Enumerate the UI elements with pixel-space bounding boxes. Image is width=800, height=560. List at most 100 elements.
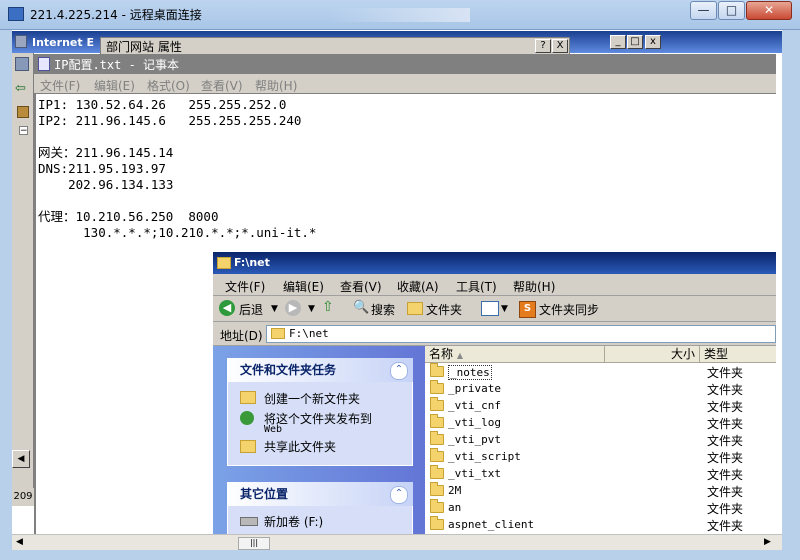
- menu-favorites[interactable]: 收藏(A): [397, 278, 439, 295]
- rdp-app-icon: [8, 7, 24, 21]
- explorer-title: F:\net: [234, 256, 270, 269]
- folder-icon: [217, 257, 231, 269]
- address-label: 地址(D): [220, 329, 263, 343]
- ie-icon: [15, 35, 27, 48]
- search-icon[interactable]: 🔍: [353, 300, 369, 315]
- views-dropdown-icon[interactable]: ▼: [501, 304, 508, 314]
- other-places-panel: 新加卷 (F:): [227, 506, 413, 536]
- menu-file[interactable]: 文件(F): [40, 77, 80, 94]
- views-icon[interactable]: [481, 301, 499, 316]
- list-header: 名称 ▲ 大小 类型: [425, 346, 776, 363]
- folders-button[interactable]: 文件夹: [426, 301, 462, 318]
- tree-collapse-icon[interactable]: −: [19, 126, 28, 136]
- share-folder-icon: [240, 440, 256, 453]
- rdp-frame-left: [0, 30, 12, 560]
- forward-arrow-icon[interactable]: ▶: [285, 300, 301, 316]
- close-button[interactable]: ✕: [746, 1, 792, 20]
- address-input[interactable]: F:\net: [266, 325, 776, 343]
- folder-icon: [430, 465, 444, 479]
- back-dropdown-icon[interactable]: ▼: [271, 304, 278, 314]
- drive-icon: [240, 517, 258, 526]
- create-folder-link[interactable]: 创建一个新文件夹: [264, 390, 360, 407]
- scroll-left-icon[interactable]: ◀: [16, 537, 23, 547]
- text-line: IP2: 211.96.145.6 255.255.255.240: [38, 113, 302, 128]
- text-line: 代理：10.210.56.250 8000: [38, 209, 219, 224]
- scroll-left-arrow[interactable]: ◀: [12, 450, 30, 468]
- column-name[interactable]: 名称 ▲: [425, 346, 605, 363]
- maximize-button[interactable]: □: [718, 1, 745, 20]
- list-item[interactable]: 2M 文件夹: [428, 482, 776, 499]
- explorer-titlebar[interactable]: [213, 252, 776, 274]
- ie-side-icon: [15, 57, 29, 71]
- menu-view[interactable]: 查看(V): [340, 278, 382, 295]
- rdp-window-title: 221.4.225.214 - 远程桌面连接: [30, 8, 202, 22]
- file-tasks-header[interactable]: 文件和文件夹任务: [227, 358, 413, 382]
- help-button[interactable]: ?: [535, 39, 551, 53]
- search-button[interactable]: 搜索: [371, 301, 395, 318]
- properties-close-button[interactable]: X: [552, 39, 568, 53]
- folders-icon: [407, 302, 423, 315]
- folder-icon: [430, 414, 444, 428]
- menu-edit[interactable]: 编辑(E): [94, 77, 135, 94]
- menu-edit[interactable]: 编辑(E): [283, 278, 324, 295]
- tree-node-icon: [17, 106, 29, 118]
- publish-folder-link-web[interactable]: Web: [264, 424, 282, 435]
- list-item[interactable]: _vti_log 文件夹: [428, 414, 776, 431]
- menu-file[interactable]: 文件(F): [225, 278, 265, 295]
- list-item[interactable]: _vti_cnf 文件夹: [428, 397, 776, 414]
- menu-tools[interactable]: 工具(T): [456, 278, 497, 295]
- back-arrow-icon[interactable]: ⇦: [15, 82, 31, 96]
- column-type[interactable]: 类型: [700, 346, 776, 363]
- folder-icon: [430, 499, 444, 513]
- text-line: 网关：211.96.145.14: [38, 145, 174, 160]
- folder-icon: [430, 516, 444, 530]
- notepad-title: IP配置.txt - 记事本: [54, 58, 180, 72]
- back-arrow-icon[interactable]: ◀: [219, 300, 235, 316]
- menu-view[interactable]: 查看(V): [201, 77, 243, 94]
- notepad-menubar: 文件(F) 编辑(E) 格式(O) 查看(V) 帮助(H): [34, 74, 776, 94]
- list-item[interactable]: _private 文件夹: [428, 380, 776, 397]
- sync-icon: S: [519, 301, 536, 318]
- column-size[interactable]: 大小: [605, 346, 700, 363]
- menu-help[interactable]: 帮助(H): [513, 278, 555, 295]
- list-item[interactable]: _notes 文件夹: [428, 363, 776, 380]
- rdp-frame-right: [782, 30, 800, 560]
- up-folder-icon[interactable]: ⇧: [322, 299, 334, 315]
- list-item[interactable]: an 文件夹: [428, 499, 776, 516]
- text-line: IP1: 130.52.64.26 255.255.252.0: [38, 97, 287, 112]
- folder-icon: [430, 380, 444, 394]
- folder-sync-button[interactable]: 文件夹同步: [539, 301, 599, 318]
- file-tasks-panel: 创建一个新文件夹 将这个文件夹发布到 Web 共享此文件夹: [227, 382, 413, 466]
- explorer-menubar: 文件(F) 编辑(E) 查看(V) 收藏(A) 工具(T) 帮助(H): [213, 274, 776, 296]
- properties-title: 部门网站 属性: [106, 40, 182, 54]
- ie-minimize-button[interactable]: _: [610, 35, 626, 49]
- other-places-header[interactable]: 其它位置: [227, 482, 413, 506]
- collapse-icon[interactable]: ⌃: [390, 362, 408, 380]
- share-folder-link[interactable]: 共享此文件夹: [264, 438, 336, 455]
- minimize-button[interactable]: —: [690, 1, 717, 20]
- ie-status-number: 209: [12, 488, 34, 506]
- scroll-thumb[interactable]: |||: [238, 537, 270, 550]
- folder-icon: [430, 448, 444, 462]
- collapse-icon[interactable]: ⌃: [390, 486, 408, 504]
- ie-maximize-button[interactable]: □: [627, 35, 643, 49]
- new-folder-icon: [240, 391, 256, 404]
- notepad-icon: [38, 57, 50, 71]
- list-item[interactable]: aspnet_client 文件夹: [428, 516, 776, 533]
- drive-link[interactable]: 新加卷 (F:): [264, 513, 323, 530]
- address-folder-icon: [271, 328, 285, 339]
- list-item[interactable]: _vti_txt 文件夹: [428, 465, 776, 482]
- horizontal-scrollbar[interactable]: ◀ ||| ▶: [12, 534, 782, 550]
- ie-close-button[interactable]: x: [645, 35, 661, 49]
- back-button[interactable]: 后退: [239, 301, 263, 318]
- text-line: DNS:211.95.193.97: [38, 161, 166, 176]
- list-item[interactable]: _vti_pvt 文件夹: [428, 431, 776, 448]
- menu-format[interactable]: 格式(O): [147, 77, 190, 94]
- scroll-right-icon[interactable]: ▶: [764, 537, 771, 547]
- publish-icon: [240, 411, 254, 425]
- list-item[interactable]: _vti_script 文件夹: [428, 448, 776, 465]
- explorer-toolbar: ◀ 后退 ▼ ▶ ▼ ⇧ 🔍 搜索 文件夹 ▼ S 文件夹同步: [213, 296, 776, 322]
- folder-icon: [430, 482, 444, 496]
- menu-help[interactable]: 帮助(H): [255, 77, 297, 94]
- forward-dropdown-icon[interactable]: ▼: [308, 304, 315, 314]
